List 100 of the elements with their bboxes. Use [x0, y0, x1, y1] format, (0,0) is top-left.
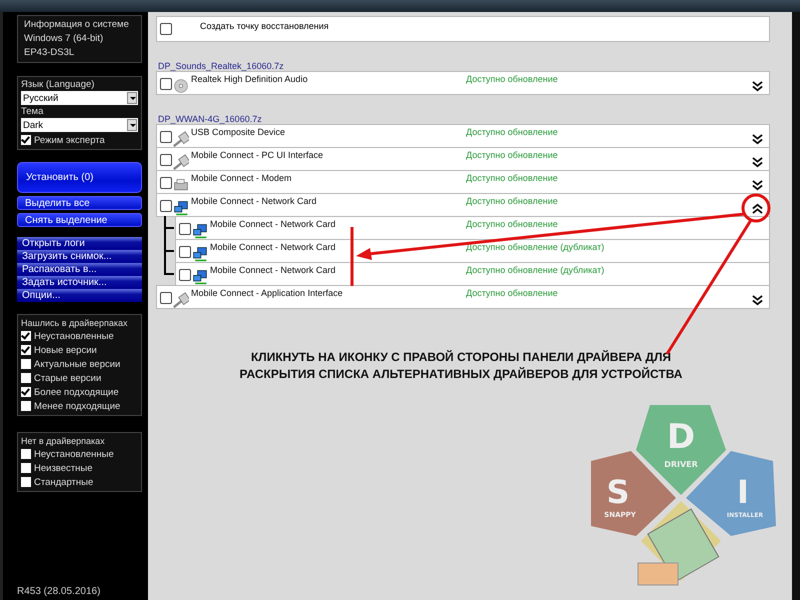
alternative-driver-row[interactable]: Mobile Connect - Network Card Доступно обновление (дубликат) — [175, 239, 770, 263]
device-name: Mobile Connect - Network Card — [210, 265, 337, 276]
logo-word: DRIVER — [664, 460, 698, 469]
restore-point-label: Создать точку восстановления — [200, 21, 329, 31]
language-dropdown[interactable]: Русский — [21, 91, 138, 105]
system-info-text: EP43-DS3L — [24, 46, 76, 60]
network-icon — [192, 223, 208, 239]
filter-checkbox[interactable] — [21, 345, 31, 355]
device-name: Mobile Connect - Network Card — [210, 219, 337, 230]
device-checkbox[interactable] — [179, 269, 191, 281]
filter-label: Более подходящие — [34, 386, 119, 398]
device-name: Mobile Connect - Network Card — [191, 196, 318, 207]
network-icon — [192, 246, 208, 262]
restore-point-row[interactable]: Создать точку восстановления — [156, 16, 770, 42]
filter-checkbox[interactable] — [21, 359, 31, 369]
collapse-chevron-icon[interactable] — [751, 203, 764, 214]
device-checkbox[interactable] — [179, 223, 191, 235]
device-row[interactable]: Mobile Connect - Network Card Доступно обновление — [156, 193, 770, 217]
expert-mode-label: Режим эксперта — [34, 134, 105, 146]
device-status: Доступно обновление — [466, 150, 559, 161]
device-row[interactable]: Mobile Connect - Application Interface Доступно обновление — [156, 285, 770, 309]
filter-checkbox[interactable] — [21, 449, 31, 459]
expand-chevron-icon[interactable] — [751, 295, 764, 306]
version-text: R453 (28.05.2016) — [17, 586, 102, 598]
language-label: Язык (Language) — [21, 79, 96, 91]
filter-group-title: Нет в драйверпаках — [21, 435, 106, 447]
device-status: Доступно обновление — [466, 288, 559, 299]
filter-label: Старые версии — [34, 372, 102, 384]
alternative-driver-row[interactable]: Mobile Connect - Network Card Доступно обновление — [175, 216, 770, 240]
logo-letter: D — [666, 417, 696, 457]
filter-label: Новые версии — [34, 344, 97, 356]
alternative-driver-row[interactable]: Mobile Connect - Network Card Доступно обновление (дубликат) — [175, 262, 770, 286]
expand-chevron-icon[interactable] — [751, 81, 764, 92]
cable-icon — [173, 292, 189, 308]
selection-button[interactable]: Выделить все — [17, 196, 142, 210]
theme-dropdown[interactable]: Dark — [21, 118, 138, 132]
filter-group-title: Нашлись в драйверпаках — [21, 317, 128, 329]
filter-checkbox[interactable] — [21, 331, 31, 341]
menu-button[interactable]: Опции... — [17, 289, 142, 302]
logo-letter: S — [606, 473, 630, 511]
filter-checkbox[interactable] — [21, 373, 31, 383]
device-status: Доступно обновление — [466, 219, 559, 230]
menu-button[interactable]: Загрузить снимок... — [17, 250, 142, 263]
disc-icon — [173, 78, 189, 94]
network-icon — [192, 269, 208, 285]
theme-label: Тема — [21, 106, 44, 118]
device-row[interactable]: USB Composite Device Доступно обновление — [156, 124, 770, 148]
filter-label: Неустановленные — [34, 448, 114, 460]
expand-chevron-icon[interactable] — [751, 157, 764, 168]
expand-chevron-icon[interactable] — [751, 134, 764, 145]
device-status: Доступно обновление — [466, 127, 559, 138]
driver-pack-name: DP_Sounds_Realtek_16060.7z — [157, 61, 285, 72]
filter-label: Актуальные версии — [34, 358, 120, 370]
filter-checkbox[interactable] — [21, 387, 31, 397]
cable-icon — [173, 131, 189, 147]
selection-button[interactable]: Снять выделение — [17, 213, 142, 227]
device-name: Mobile Connect - PC UI Interface — [191, 150, 324, 161]
device-checkbox[interactable] — [160, 78, 172, 90]
device-name: Mobile Connect - Application Interface — [191, 288, 344, 299]
device-status: Доступно обновление — [466, 173, 559, 184]
device-checkbox[interactable] — [160, 131, 172, 143]
device-name: Realtek High Definition Audio — [191, 74, 309, 85]
install-button[interactable]: Установить (0) — [17, 162, 142, 193]
menu-button[interactable]: Задать источник... — [17, 276, 142, 289]
expert-mode-checkbox[interactable] — [21, 135, 31, 145]
menu-button[interactable]: Открыть логи — [17, 237, 142, 250]
filter-label: Менее подходящие — [34, 400, 120, 412]
device-row[interactable]: Realtek High Definition Audio Доступно обновление — [156, 71, 770, 95]
driver-pack-name: DP_WWAN-4G_16060.7z — [157, 114, 263, 125]
device-checkbox[interactable] — [160, 154, 172, 166]
device-checkbox[interactable] — [160, 200, 172, 212]
device-checkbox[interactable] — [160, 292, 172, 304]
restore-point-checkbox[interactable] — [160, 23, 172, 35]
fax-icon — [173, 177, 189, 193]
highlight-circle — [741, 193, 771, 223]
device-row[interactable]: Mobile Connect - Modem Доступно обновление — [156, 170, 770, 194]
device-name: Mobile Connect - Network Card — [210, 242, 337, 253]
menu-button[interactable]: Распаковать в... — [17, 263, 142, 276]
system-info-text: Информация о системе — [24, 18, 130, 32]
bracket-line — [350, 227, 354, 286]
filter-label: Неизвестные — [34, 462, 92, 474]
network-icon — [173, 200, 189, 216]
device-checkbox[interactable] — [160, 177, 172, 189]
device-name: USB Composite Device — [191, 127, 286, 138]
filter-checkbox[interactable] — [21, 477, 31, 487]
system-info-text: Windows 7 (64-bit) — [24, 32, 104, 46]
device-row[interactable]: Mobile Connect - PC UI Interface Доступно обновление — [156, 147, 770, 171]
device-status: Доступно обновление — [466, 196, 559, 207]
device-status: Доступно обновление — [466, 74, 559, 85]
logo-letter: I — [737, 473, 749, 511]
expand-chevron-icon[interactable] — [751, 180, 764, 191]
device-status: Доступно обновление (дубликат) — [466, 265, 606, 276]
filter-checkbox[interactable] — [21, 463, 31, 473]
device-name: Mobile Connect - Modem — [191, 173, 293, 184]
device-checkbox[interactable] — [179, 246, 191, 258]
cable-icon — [173, 154, 189, 170]
device-status: Доступно обновление (дубликат) — [466, 242, 606, 253]
filter-label: Стандартные — [34, 476, 94, 488]
filter-checkbox[interactable] — [21, 401, 31, 411]
filter-label: Неустановленные — [34, 330, 114, 342]
